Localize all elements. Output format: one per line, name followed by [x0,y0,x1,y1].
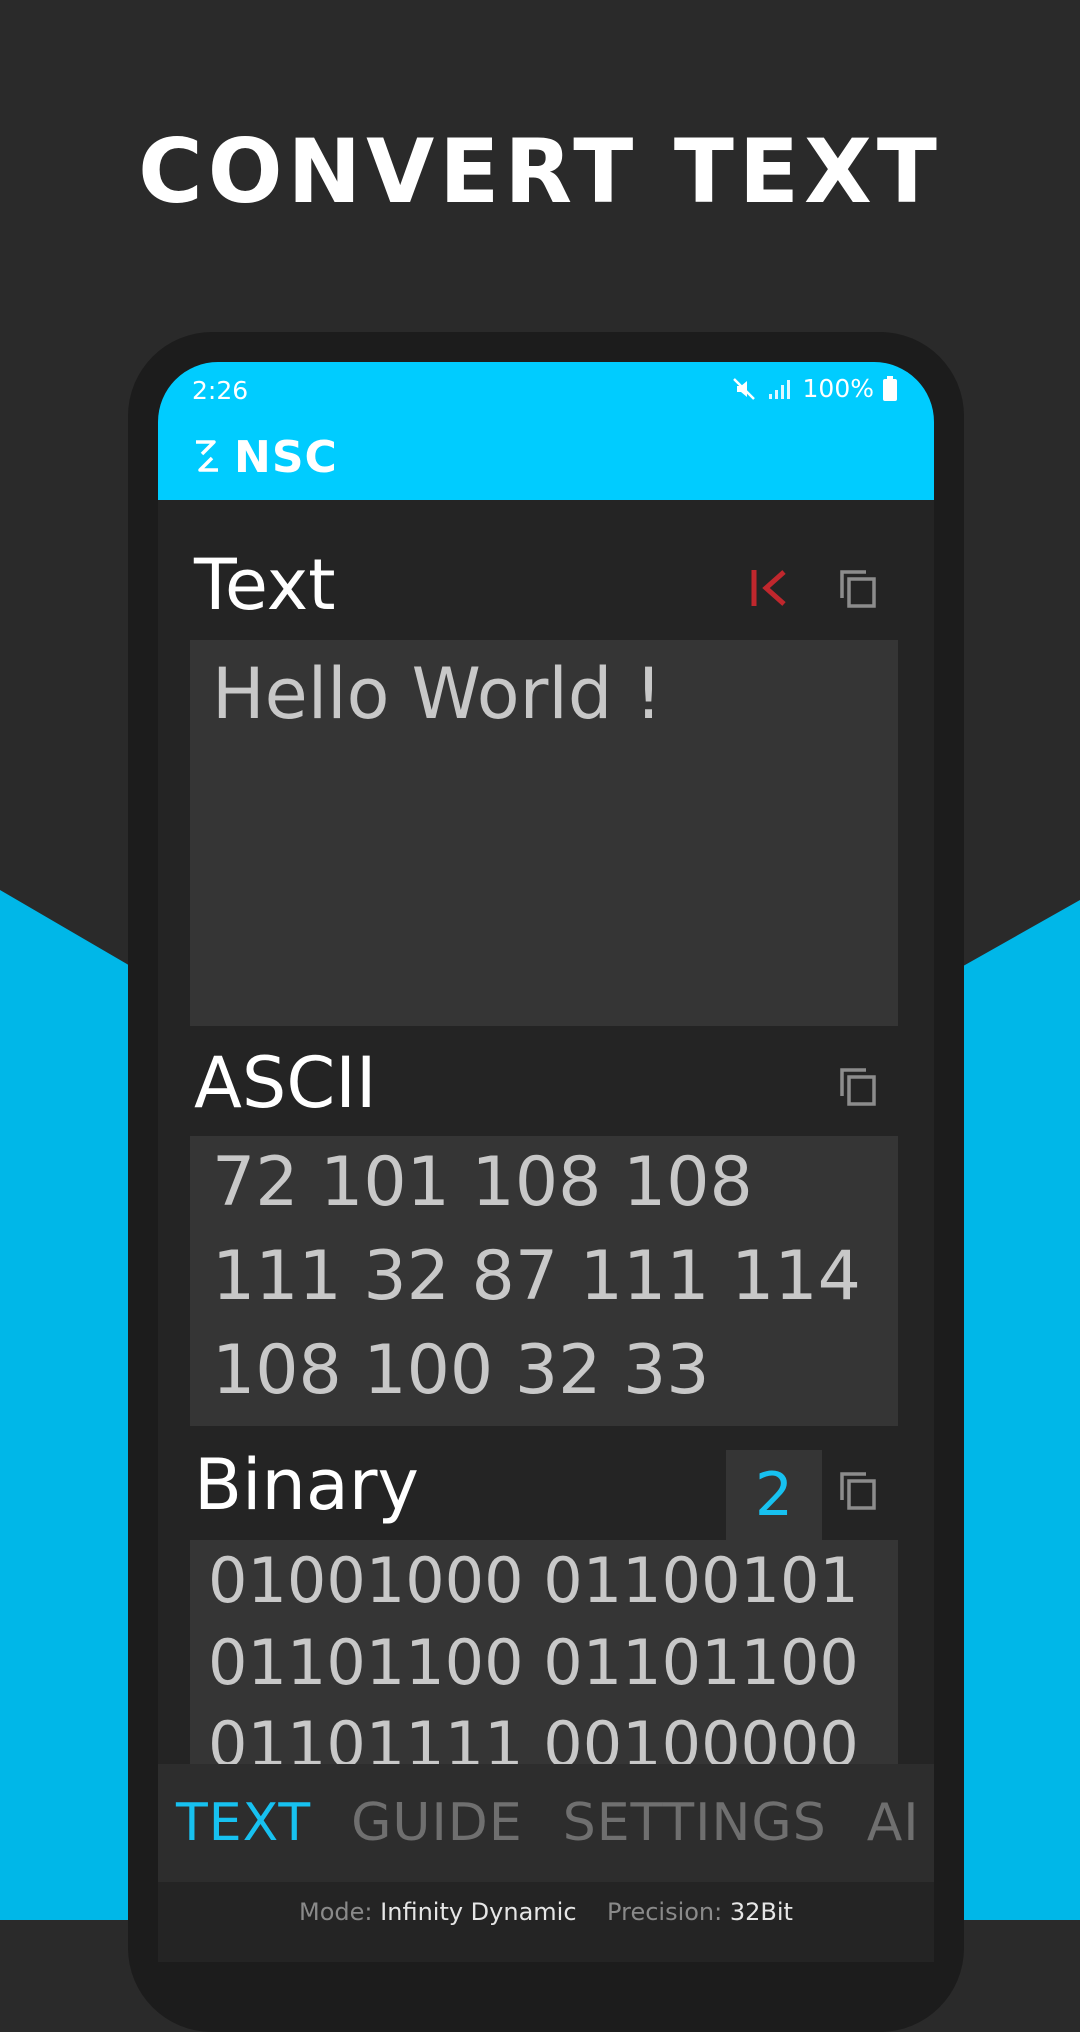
tab-settings[interactable]: SETTINGS [563,1793,827,1853]
binary-field[interactable]: 01001000 01100101 01101100 01101100 0110… [190,1540,898,1764]
bottom-tab-bar: TEXT GUIDE SETTINGS AI [158,1764,934,1882]
binary-label: Binary [194,1444,419,1526]
status-time: 2:26 [192,376,249,405]
mode-value: Infinity Dynamic [380,1898,577,1926]
signal-icon [767,377,793,401]
tab-guide[interactable]: GUIDE [351,1793,523,1853]
promo-headline: CONVERT TEXT [138,120,942,223]
ascii-label: ASCII [194,1042,377,1124]
clear-icon[interactable] [742,560,798,616]
status-icons: 100% [731,374,898,403]
app-name: NSC [234,432,338,483]
binary-base-selector[interactable]: 2 [726,1450,822,1540]
tab-text[interactable]: TEXT [176,1793,311,1853]
app-title: NSC [192,432,338,483]
binary-value: 01001000 01100101 01101100 01101100 0110… [208,1544,859,1764]
text-input-value: Hello World ! [212,653,663,735]
mode-status-bar: Mode: Infinity Dynamic Precision: 32Bit [158,1882,934,1962]
tab-ai[interactable]: AI [867,1793,920,1853]
mute-icon [731,376,757,402]
app-header: 2:26 100% NSC [158,362,934,500]
text-input[interactable]: Hello World ! [190,640,898,1026]
text-label: Text [194,544,336,626]
precision-value: 32Bit [729,1898,793,1926]
ascii-value: 72 101 108 108 111 32 87 111 114 108 100… [212,1143,861,1410]
battery-icon [882,375,898,402]
convert-arrows-icon [192,436,222,480]
copy-icon[interactable] [830,1058,886,1114]
mode-label: Mode: [299,1898,373,1926]
precision-label: Precision: [607,1898,723,1926]
battery-percent: 100% [802,374,874,403]
phone-screen: 2:26 100% NSC Text Hello World ! ASCII 7… [158,362,934,1962]
copy-icon[interactable] [830,1462,886,1518]
copy-icon[interactable] [830,560,886,616]
ascii-field[interactable]: 72 101 108 108 111 32 87 111 114 108 100… [190,1136,898,1426]
